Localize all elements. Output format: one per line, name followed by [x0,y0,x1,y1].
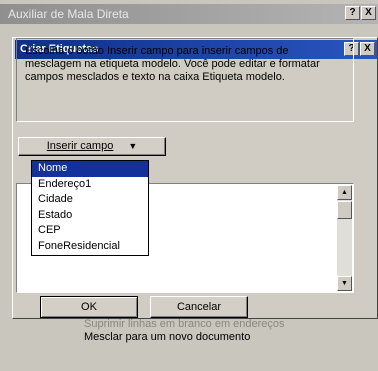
outer-help-button[interactable]: ? [345,6,360,20]
instructions-box: Escolha o botão Inserir campo para inser… [16,38,354,122]
suppress-blank-lines-option: Suprimir linhas em branco em endereços [84,318,285,330]
cancel-button[interactable]: Cancelar [150,296,248,318]
field-option-cep[interactable]: CEP [32,223,148,239]
field-option-cidade[interactable]: Cidade [32,192,148,208]
merge-new-document-option: Mesclar para um novo documento [84,331,251,343]
dropdown-arrow-icon: ▼ [128,141,138,151]
editor-scrollbar[interactable]: ▲ ▼ [337,185,352,291]
field-option-estado[interactable]: Estado [32,208,148,224]
field-option-endereco1[interactable]: Endereço1 [32,177,148,193]
insert-field-label: Inserir campo [46,140,114,152]
merge-field-list[interactable]: Nome Endereço1 Cidade Estado CEP FoneRes… [31,160,149,256]
scroll-up-button[interactable]: ▲ [337,185,352,200]
ok-button[interactable]: OK [40,296,138,318]
outer-title-bar: Auxiliar de Mala Direta ? X [0,4,378,24]
outer-window-title: Auxiliar de Mala Direta [8,7,129,21]
insert-field-button[interactable]: Inserir campo ▼ [18,137,166,156]
scrollbar-thumb[interactable] [337,201,352,219]
outer-close-button[interactable]: X [361,6,376,20]
dialog-close-button[interactable]: X [360,42,375,56]
instructions-text: Escolha o botão Inserir campo para inser… [25,45,320,83]
field-option-fone-residencial[interactable]: FoneResidencial [32,239,148,255]
field-option-nome[interactable]: Nome [32,161,148,177]
scroll-down-button[interactable]: ▼ [337,276,352,291]
